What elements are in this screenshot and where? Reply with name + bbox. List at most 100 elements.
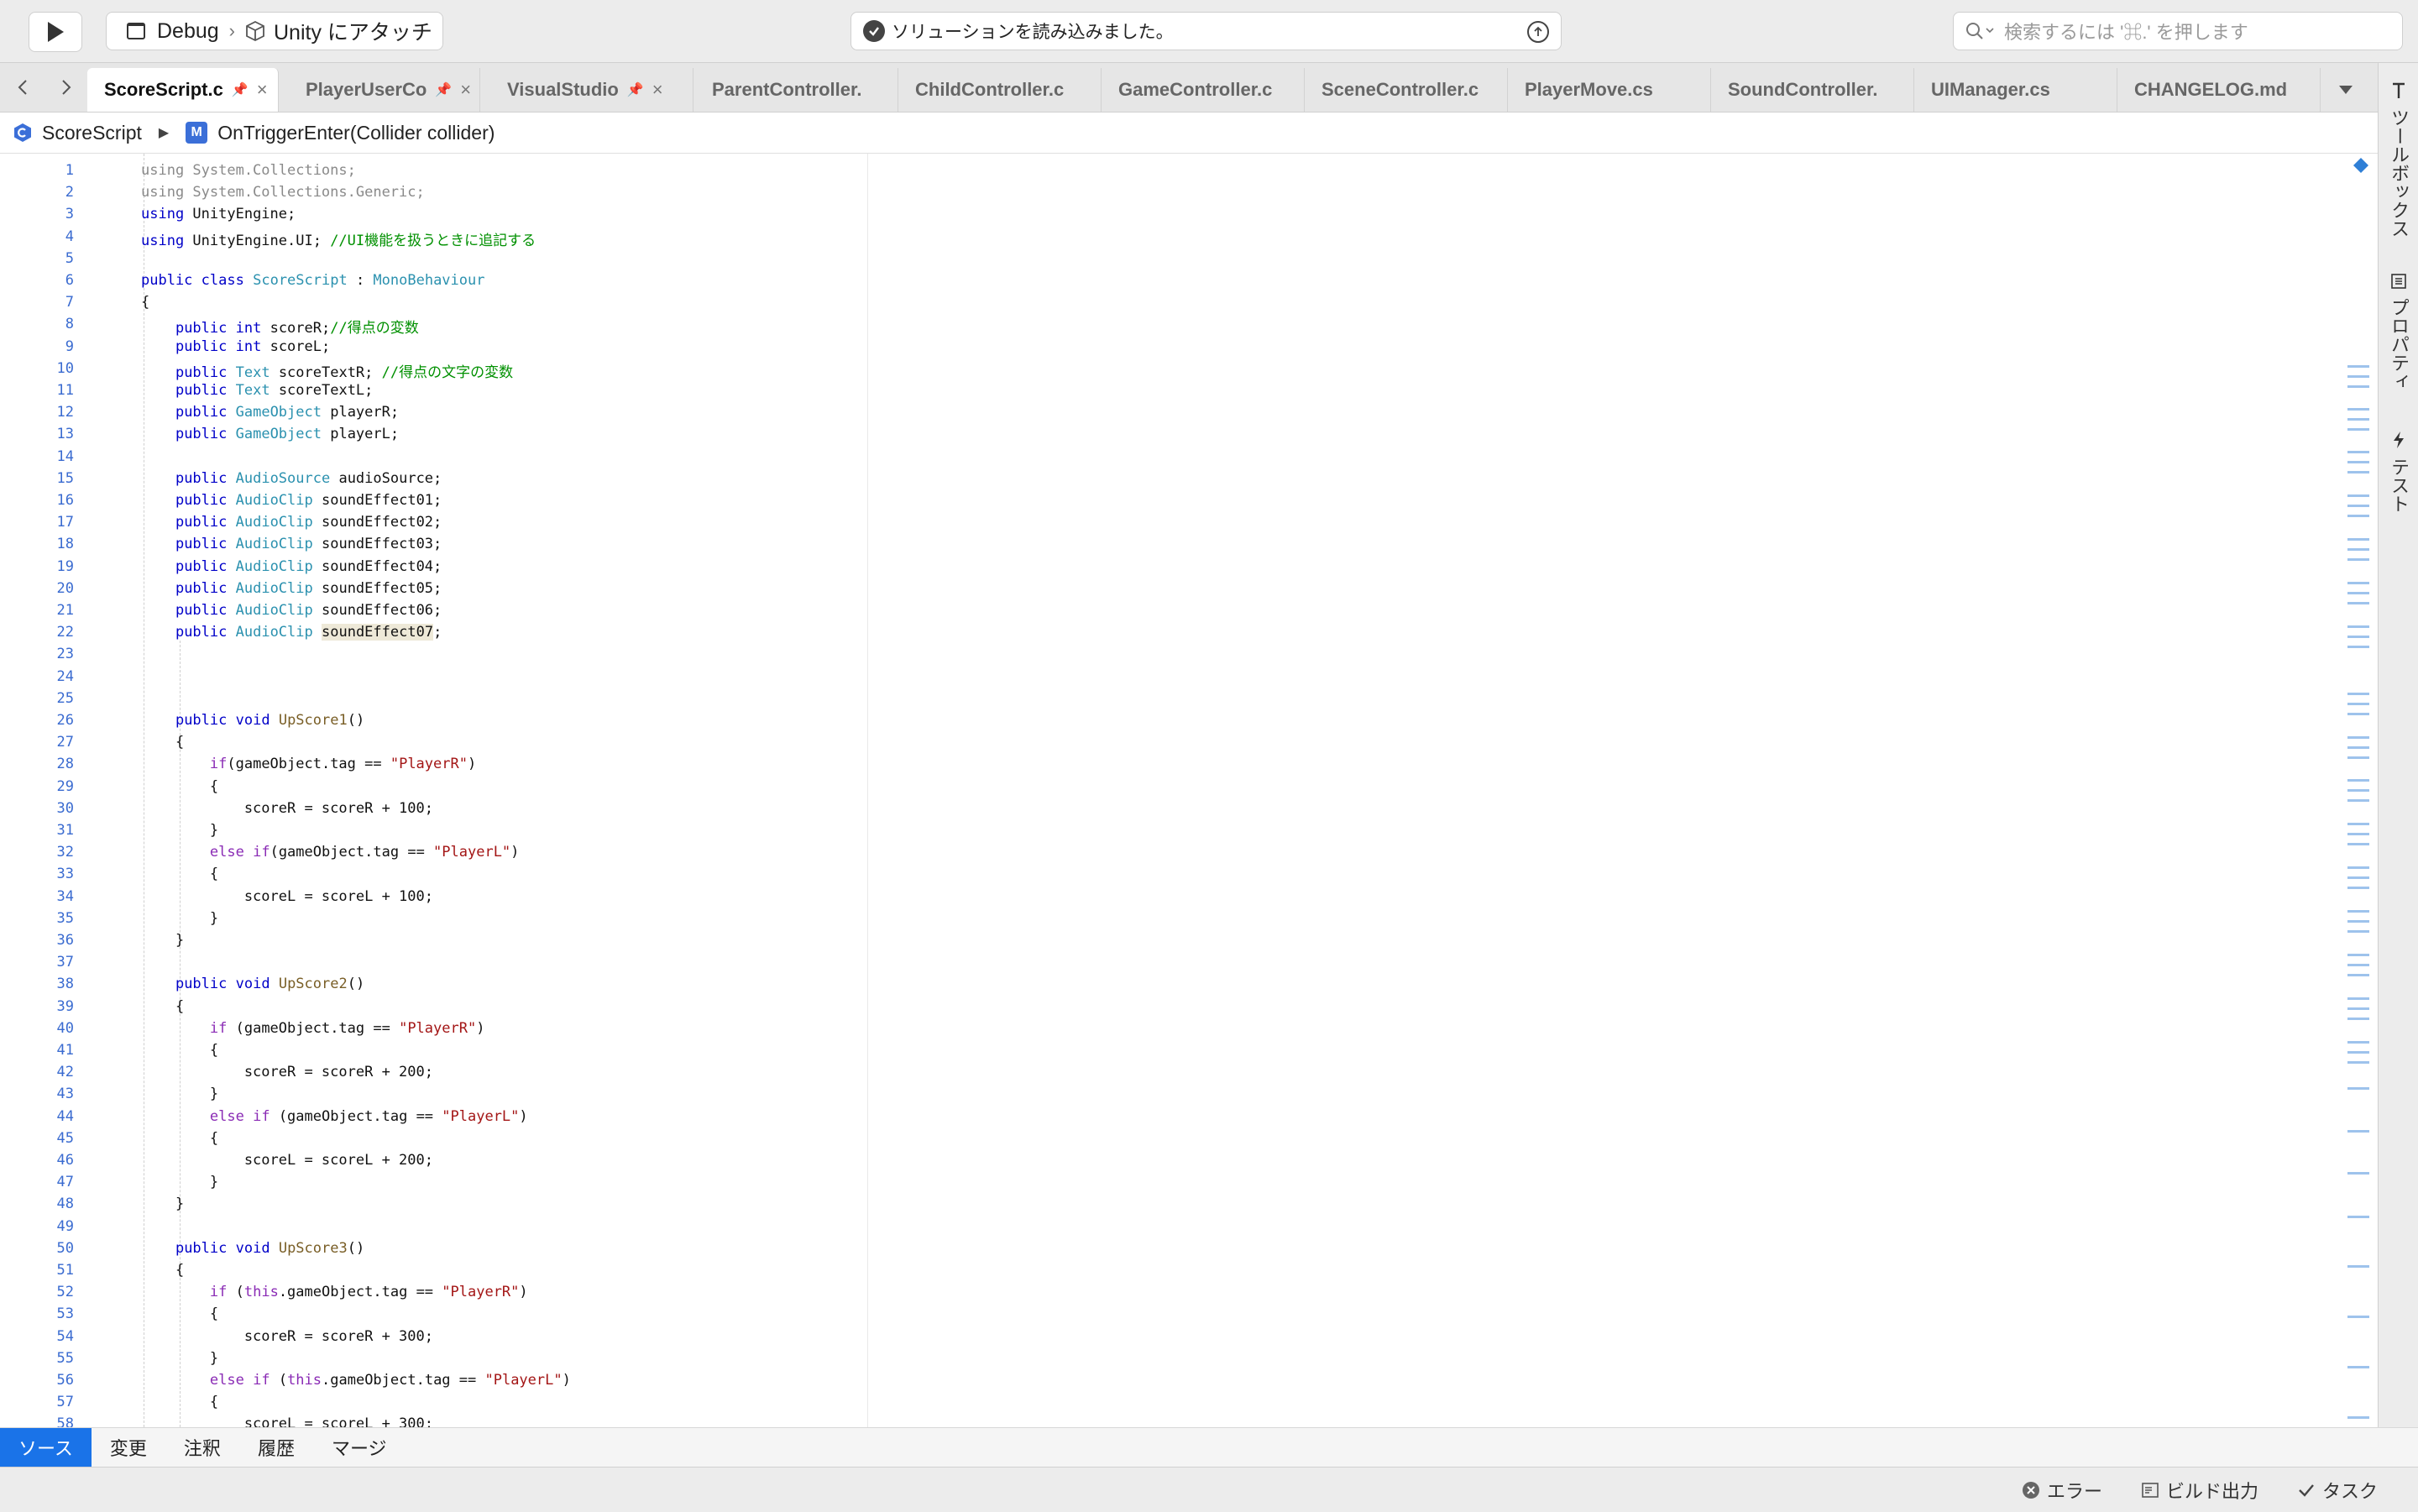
code-line[interactable]: { [141, 1042, 218, 1059]
line-number: 17 [56, 514, 74, 531]
tab-parentcontroller[interactable]: ParentController. [695, 68, 898, 112]
code-line[interactable]: } [141, 822, 218, 839]
code-line[interactable]: } [141, 910, 218, 927]
tab-overflow-button[interactable] [2327, 73, 2364, 107]
code-line[interactable]: public AudioClip soundEffect06; [141, 602, 442, 619]
tab-playermove[interactable]: PlayerMove.cs [1508, 68, 1711, 112]
code-line[interactable]: public int scoreL; [141, 338, 330, 355]
code-line[interactable]: scoreR = scoreR + 200; [141, 1064, 433, 1080]
code-line[interactable]: public int scoreR;//得点の変数 [141, 316, 419, 337]
code-line[interactable]: public void UpScore2() [141, 976, 364, 992]
run-button[interactable] [29, 12, 82, 52]
code-line[interactable]: else if(gameObject.tag == "PlayerL") [141, 844, 520, 861]
forward-button[interactable] [52, 73, 81, 102]
tab-uimanager[interactable]: UIManager.cs [1914, 68, 2117, 112]
code-line[interactable]: using System.Collections.Generic; [141, 184, 425, 201]
tab-log[interactable]: 履歴 [239, 1428, 313, 1467]
code-line[interactable]: { [141, 998, 184, 1015]
column-ruler [867, 154, 868, 1427]
code-line[interactable]: public void UpScore3() [141, 1240, 364, 1257]
tab-childcontroller[interactable]: ChildController.c [898, 68, 1102, 112]
code-editor[interactable]: 1 2 3 4 5 6 7 8 9 10 11 12 13 14 15 16 17 18 19 20 21 22 23 24 2… [0, 154, 2378, 1427]
code-line[interactable]: { [141, 778, 218, 795]
code-line[interactable]: } [141, 1174, 218, 1190]
code-line[interactable]: public AudioSource audioSource; [141, 470, 442, 487]
code-line[interactable]: else if (this.gameObject.tag == "PlayerL… [141, 1372, 571, 1389]
tab-soundcontroller[interactable]: SoundController. [1711, 68, 1914, 112]
code-line[interactable]: using UnityEngine.UI; //UI機能を扱うときに追記する [141, 228, 536, 249]
code-line[interactable]: using UnityEngine; [141, 206, 296, 222]
code-line[interactable]: scoreL = scoreL + 100; [141, 888, 433, 905]
code-line[interactable]: { [141, 1130, 218, 1147]
code-line[interactable]: { [141, 1394, 218, 1410]
arrow-up-icon[interactable] [1527, 21, 1549, 43]
pin-icon[interactable]: 📌 [435, 81, 452, 98]
code-line[interactable]: scoreR = scoreR + 300; [141, 1328, 433, 1345]
tab-scorescript[interactable]: ScoreScript.c 📌 × [87, 68, 279, 112]
tab-label: PlayerUserCo [306, 79, 427, 100]
tab-source[interactable]: ソース [0, 1428, 92, 1467]
code-line[interactable]: public GameObject playerL; [141, 426, 399, 442]
line-number: 30 [56, 799, 74, 817]
line-number: 9 [65, 337, 74, 355]
code-line[interactable]: { [141, 294, 149, 311]
code-line[interactable]: public AudioClip soundEffect05; [141, 580, 442, 597]
search-field[interactable]: 検索するには '⌘.' を押します [1953, 12, 2403, 50]
breadcrumb-member[interactable]: OnTriggerEnter(Collider collider) [217, 122, 495, 144]
close-icon[interactable]: × [652, 79, 663, 101]
overview-mark [2347, 408, 2369, 411]
pin-icon[interactable]: 📌 [627, 81, 644, 98]
tab-scenecontroller[interactable]: SceneController.c [1305, 68, 1508, 112]
errors-button[interactable]: エラー [2022, 1478, 2102, 1503]
run-configuration-selector[interactable]: Debug › Unity にアタッチ [106, 12, 443, 50]
code-line[interactable]: using System.Collections; [141, 162, 356, 179]
code-line[interactable]: if (this.gameObject.tag == "PlayerR") [141, 1284, 528, 1300]
code-line[interactable]: public void UpScore1() [141, 712, 364, 729]
tab-playerusercontroller[interactable]: PlayerUserCo 📌 × [289, 68, 480, 112]
tab-changes[interactable]: 変更 [92, 1428, 165, 1467]
code-line[interactable]: } [141, 1086, 218, 1102]
code-line[interactable]: { [141, 1262, 184, 1279]
breadcrumb-class[interactable]: ScoreScript [42, 122, 142, 144]
side-tab-test[interactable]: テスト [2379, 431, 2418, 513]
overview-mark [2347, 1018, 2369, 1020]
code-line[interactable]: scoreR = scoreR + 100; [141, 800, 433, 817]
code-line[interactable]: if(gameObject.tag == "PlayerR") [141, 756, 476, 772]
line-number: 8 [65, 316, 74, 333]
tab-blame[interactable]: 注釈 [165, 1428, 239, 1467]
tab-visualstudio[interactable]: VisualStudio 📌 × [490, 68, 693, 112]
code-line[interactable]: if (gameObject.tag == "PlayerR") [141, 1020, 485, 1037]
overview-mark [2347, 930, 2369, 933]
tasks-button[interactable]: タスク [2297, 1478, 2378, 1503]
code-line[interactable]: { [141, 1305, 218, 1322]
code-line[interactable]: scoreL = scoreL + 300; [141, 1415, 433, 1427]
code-line[interactable]: public AudioClip soundEffect01; [141, 492, 442, 509]
code-line[interactable]: } [141, 1350, 218, 1367]
build-output-button[interactable]: ビルド出力 [2141, 1478, 2258, 1503]
tab-merge[interactable]: マージ [313, 1428, 406, 1467]
code-line[interactable]: public AudioClip soundEffect07; [141, 624, 442, 641]
code-line[interactable]: public AudioClip soundEffect02; [141, 514, 442, 531]
close-icon[interactable]: × [257, 79, 268, 101]
side-tab-properties[interactable]: プロパティ [2379, 273, 2418, 390]
search-icon [1966, 23, 1994, 39]
code-line[interactable]: public AudioClip soundEffect04; [141, 558, 442, 575]
tab-gamecontroller[interactable]: GameController.c [1102, 68, 1305, 112]
code-line[interactable]: } [141, 932, 184, 949]
code-line[interactable]: public Text scoreTextR; //得点の文字の変数 [141, 360, 513, 381]
code-line[interactable]: public class ScoreScript : MonoBehaviour [141, 272, 484, 289]
pin-icon[interactable]: 📌 [232, 81, 249, 98]
code-line[interactable]: scoreL = scoreL + 200; [141, 1152, 433, 1169]
close-icon[interactable]: × [460, 79, 471, 101]
tab-changelog[interactable]: CHANGELOG.md [2117, 68, 2321, 112]
code-line[interactable]: else if (gameObject.tag == "PlayerL") [141, 1108, 528, 1125]
code-line[interactable]: { [141, 866, 218, 882]
back-button[interactable] [8, 73, 37, 102]
side-tab-toolbox[interactable]: ツールボックス [2379, 81, 2418, 238]
code-line[interactable]: } [141, 1195, 184, 1212]
code-line[interactable]: { [141, 734, 184, 751]
code-line[interactable]: public AudioClip soundEffect03; [141, 536, 442, 552]
play-icon [48, 22, 64, 42]
code-line[interactable]: public GameObject playerR; [141, 404, 399, 421]
code-line[interactable]: public Text scoreTextL; [141, 382, 373, 399]
